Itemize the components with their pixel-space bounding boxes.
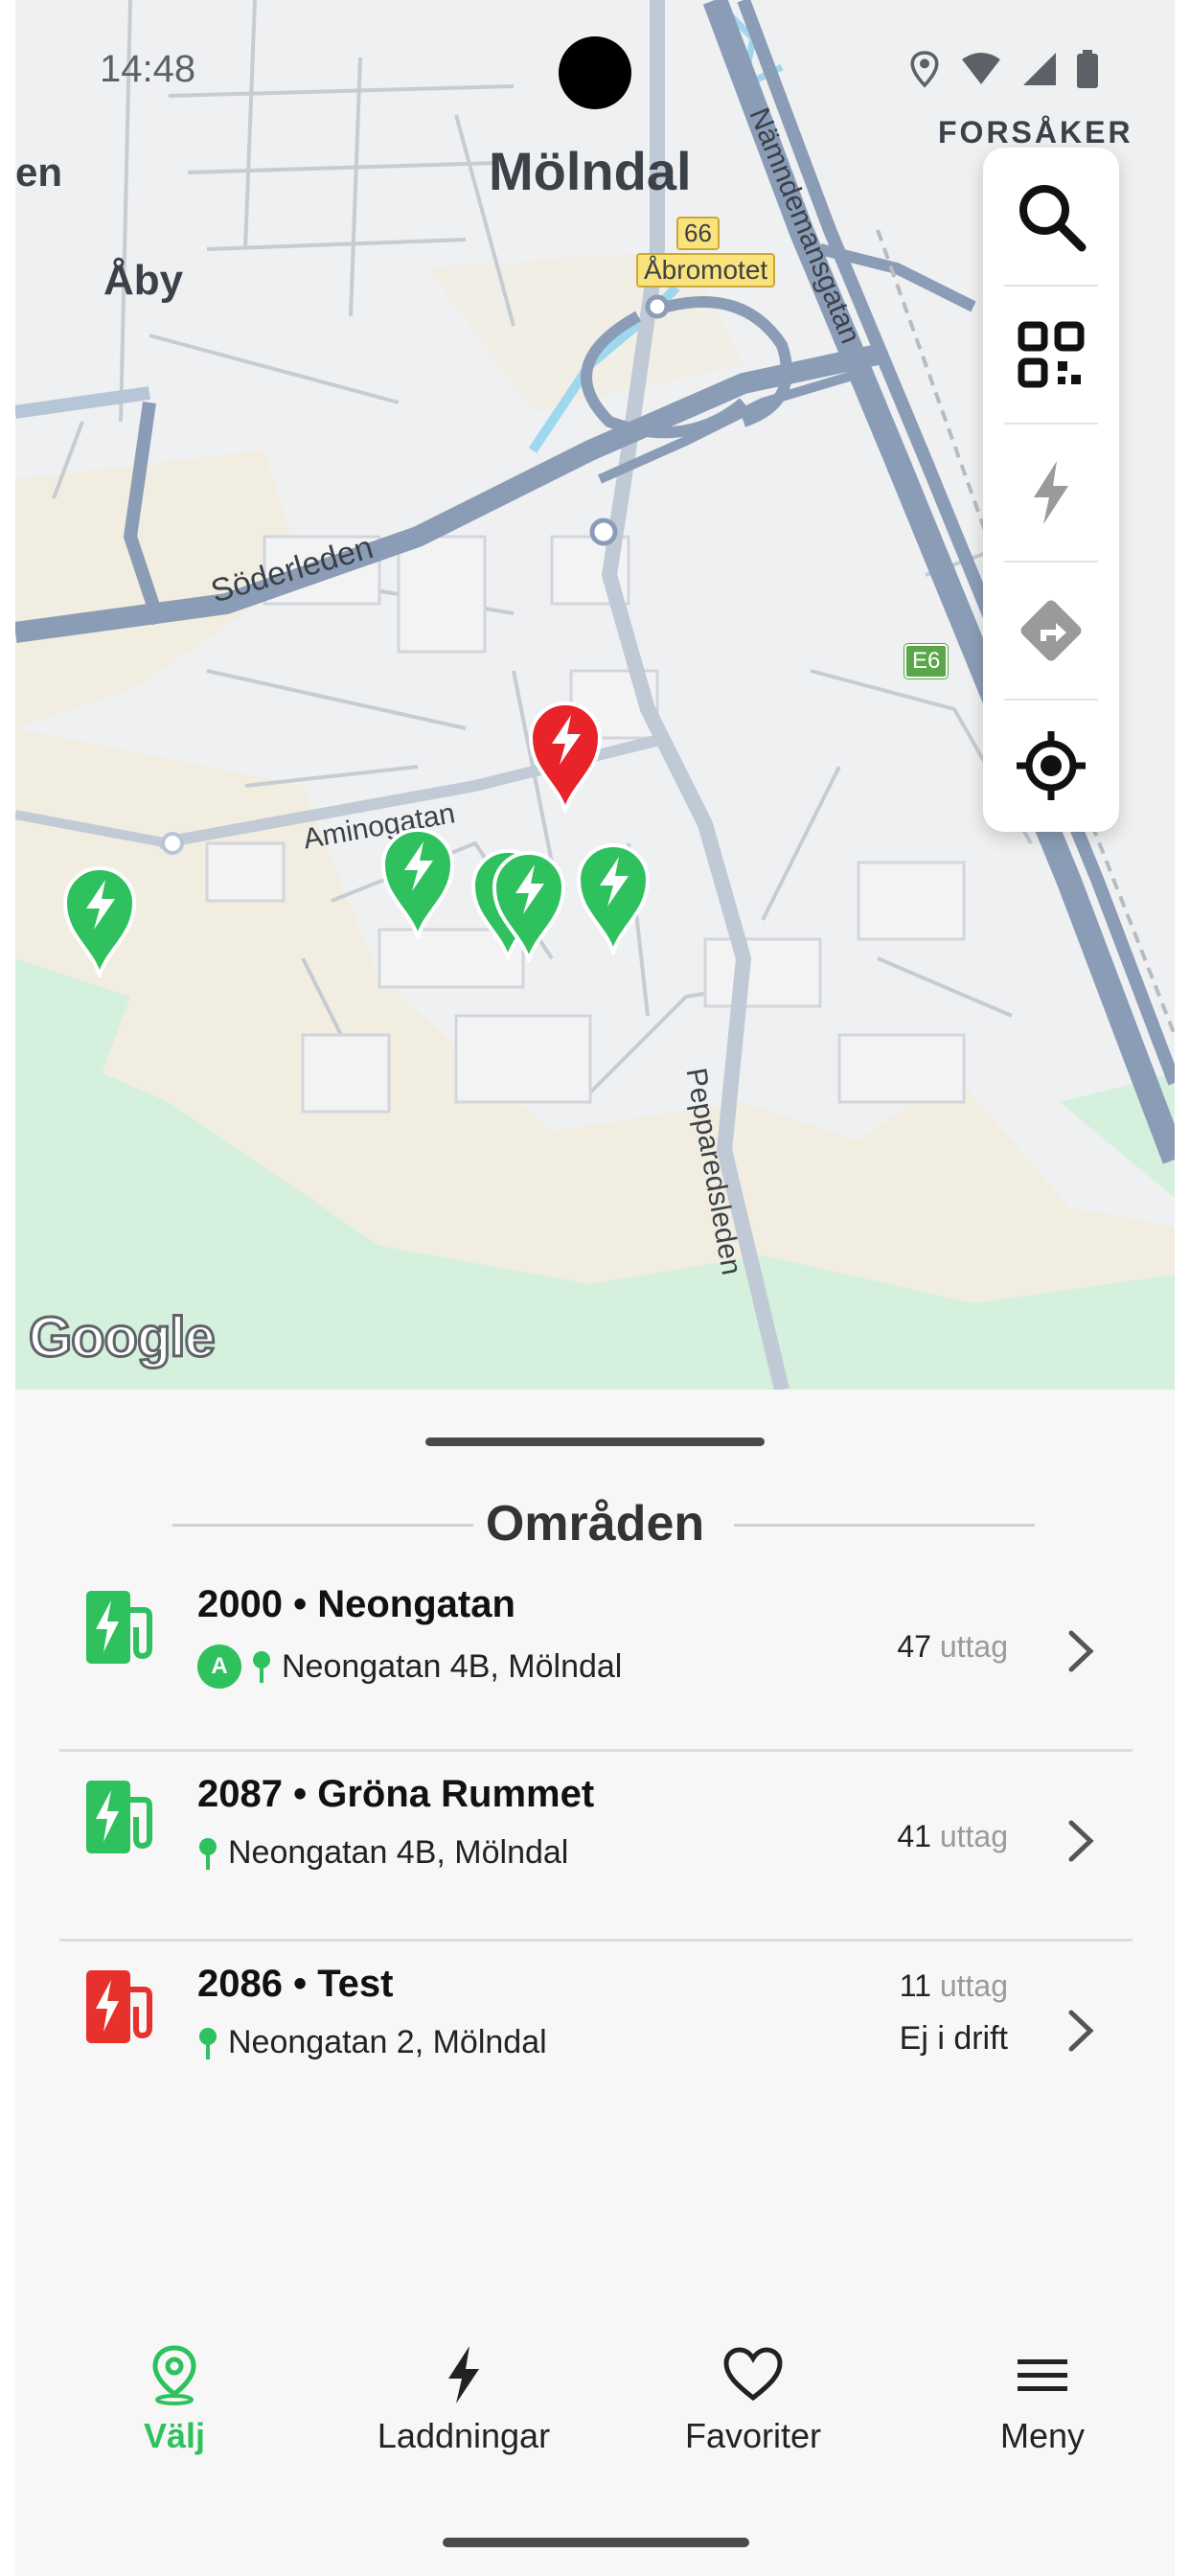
search-button[interactable] bbox=[983, 148, 1119, 286]
location-pin-icon bbox=[199, 2027, 217, 2059]
chevron-right-icon[interactable] bbox=[1067, 1819, 1096, 1863]
map-label-forsaker: FORSÅKER bbox=[938, 115, 1133, 150]
outlet-count: 41 uttag bbox=[897, 1819, 1008, 1853]
signal-icon bbox=[1023, 53, 1056, 85]
outlet-count: 47 uttag bbox=[897, 1629, 1008, 1664]
charging-station-pin[interactable] bbox=[379, 826, 456, 939]
area-title: 2087 • Gröna Rummet bbox=[197, 1773, 595, 1815]
directions-icon bbox=[1020, 600, 1082, 661]
directions-button[interactable] bbox=[983, 562, 1119, 700]
camera-cutout bbox=[559, 36, 631, 109]
search-icon bbox=[1019, 185, 1087, 252]
area-address-line: Neongatan 4B, Mölndal bbox=[197, 1834, 568, 1872]
sheet-drag-handle[interactable] bbox=[425, 1438, 765, 1446]
map-label-aby: Åby bbox=[103, 257, 184, 304]
battery-icon bbox=[1077, 50, 1098, 88]
heart-icon bbox=[723, 2347, 783, 2402]
nav-item-laddningar[interactable]: Laddningar bbox=[320, 2344, 607, 2456]
area-status: Ej i drift bbox=[899, 2020, 1008, 2057]
area-address: Neongatan 4B, Mölndal bbox=[228, 1834, 569, 1871]
area-address-line: A Neongatan 4B, Mölndal bbox=[197, 1644, 622, 1689]
location-pin-icon bbox=[152, 2345, 196, 2405]
area-row[interactable]: 2000 • Neongatan A Neongatan 4B, Mölndal… bbox=[59, 1562, 1133, 1752]
charging-station-icon bbox=[86, 1781, 152, 1853]
menu-icon bbox=[1018, 2359, 1067, 2391]
location-status-icon bbox=[910, 51, 939, 88]
nav-item-valj[interactable]: Välj bbox=[31, 2344, 318, 2456]
lightning-icon bbox=[1034, 461, 1068, 524]
charging-station-offline-icon bbox=[86, 1970, 152, 2043]
accessibility-badge: A bbox=[197, 1644, 241, 1689]
location-pin-icon bbox=[253, 1651, 270, 1683]
area-address: Neongatan 2, Mölndal bbox=[228, 2024, 547, 2060]
areas-sheet: Områden 2000 • Neongatan A Neongatan 4B,… bbox=[15, 1390, 1175, 2327]
outlet-count: 11 uttag bbox=[899, 1968, 1008, 2003]
map-label-en: en bbox=[15, 150, 63, 195]
lightning-icon bbox=[448, 2346, 479, 2404]
my-location-icon bbox=[1017, 731, 1086, 800]
google-logo: Google bbox=[28, 1305, 217, 1370]
map-label-abromotet: Åbromotet bbox=[636, 253, 776, 288]
charging-station-pin[interactable] bbox=[61, 864, 138, 978]
charging-station-pin[interactable] bbox=[575, 841, 652, 954]
app-frame: 14:48 Mölndal Åby FORSÅKER en 66 Åbromot… bbox=[15, 0, 1175, 2576]
home-indicator[interactable] bbox=[443, 2538, 749, 2547]
map-label-molndal: Mölndal bbox=[489, 141, 692, 201]
charging-station-icon bbox=[86, 1591, 152, 1664]
area-address: Neongatan 4B, Mölndal bbox=[282, 1647, 623, 1685]
area-row[interactable]: 2086 • Test Neongatan 2, Mölndal 11 utta… bbox=[59, 1942, 1133, 2131]
qr-scan-button[interactable] bbox=[983, 286, 1119, 424]
status-time: 14:48 bbox=[100, 48, 196, 90]
status-icons bbox=[908, 50, 1098, 88]
bottom-navigation: Välj Laddningar Favoriter Meny bbox=[15, 2327, 1175, 2576]
area-row[interactable]: 2087 • Gröna Rummet Neongatan 4B, Mölnda… bbox=[59, 1752, 1133, 1942]
charging-station-pin[interactable] bbox=[491, 849, 567, 962]
map-label-route-66: 66 bbox=[676, 217, 720, 250]
nav-item-meny[interactable]: Meny bbox=[899, 2344, 1175, 2456]
section-title: Områden bbox=[485, 1496, 705, 1552]
charging-filter-button[interactable] bbox=[983, 424, 1119, 562]
map-label-e6: E6 bbox=[903, 643, 950, 679]
area-address-line: Neongatan 2, Mölndal bbox=[197, 2024, 547, 2061]
map-view[interactable]: 14:48 Mölndal Åby FORSÅKER en 66 Åbromot… bbox=[15, 0, 1175, 1390]
chevron-right-icon[interactable] bbox=[1067, 1629, 1096, 1673]
map-toolbox bbox=[983, 148, 1119, 832]
qr-code-icon bbox=[1018, 321, 1085, 388]
area-title: 2086 • Test bbox=[197, 1963, 394, 2005]
area-title: 2000 • Neongatan bbox=[197, 1583, 515, 1625]
charging-station-pin-offline[interactable] bbox=[527, 700, 604, 813]
my-location-button[interactable] bbox=[983, 700, 1119, 832]
location-pin-icon bbox=[199, 1837, 217, 1870]
nav-item-favoriter[interactable]: Favoriter bbox=[609, 2344, 897, 2456]
chevron-right-icon[interactable] bbox=[1067, 2009, 1096, 2053]
wifi-icon bbox=[962, 53, 1000, 84]
